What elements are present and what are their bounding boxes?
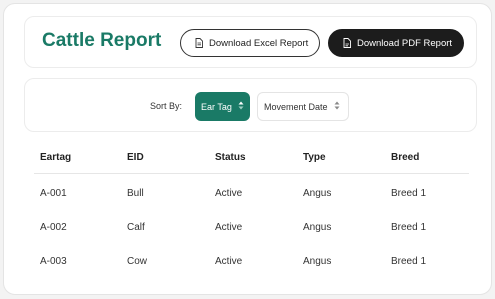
- cell-breed: Breed 1: [391, 256, 427, 267]
- sort-by-label: Sort By:: [150, 101, 183, 111]
- cell-status: Active: [215, 188, 243, 199]
- cell-eid: Calf: [127, 222, 145, 233]
- pdf-file-icon: [343, 38, 351, 48]
- cell-eartag: A-001: [40, 188, 67, 199]
- sort-option-ear-tag[interactable]: Ear Tag: [195, 92, 250, 121]
- cell-breed: Breed 1: [391, 188, 427, 199]
- sort-bar: Sort By: Ear Tag Movement Date: [24, 78, 477, 132]
- report-card: Cattle Report Download Excel Report Down…: [3, 3, 492, 295]
- cell-eid: Bull: [127, 188, 144, 199]
- sort-arrows-icon: [238, 101, 244, 112]
- download-pdf-label: Download PDF Report: [357, 37, 453, 49]
- download-pdf-button[interactable]: Download PDF Report: [328, 29, 464, 57]
- cell-breed: Breed 1: [391, 222, 427, 233]
- cell-eartag: A-002: [40, 222, 67, 233]
- column-header-breed[interactable]: Breed: [391, 152, 419, 163]
- sort-option-movement-date[interactable]: Movement Date: [257, 92, 349, 121]
- table-row[interactable]: A-003 Cow Active Angus Breed 1: [34, 256, 469, 276]
- cell-type: Angus: [303, 188, 332, 199]
- download-excel-label: Download Excel Report: [209, 37, 309, 49]
- sort-option-label: Movement Date: [264, 101, 328, 112]
- cell-type: Angus: [303, 222, 332, 233]
- column-header-eartag[interactable]: Eartag: [40, 152, 71, 163]
- cell-type: Angus: [303, 256, 332, 267]
- cell-eid: Cow: [127, 256, 148, 267]
- cell-status: Active: [215, 256, 243, 267]
- page-title: Cattle Report: [42, 30, 162, 51]
- document-icon: [195, 38, 203, 48]
- cell-eartag: A-003: [40, 256, 67, 267]
- sort-arrows-icon: [334, 101, 340, 112]
- column-header-type[interactable]: Type: [303, 152, 326, 163]
- report-header: Cattle Report Download Excel Report Down…: [24, 16, 477, 68]
- column-header-eid[interactable]: EID: [127, 152, 144, 163]
- table-header: Eartag EID Status Type Breed: [34, 152, 469, 174]
- download-excel-button[interactable]: Download Excel Report: [180, 29, 320, 57]
- column-header-status[interactable]: Status: [215, 152, 246, 163]
- table-row[interactable]: A-002 Calf Active Angus Breed 1: [34, 222, 469, 242]
- table-row[interactable]: A-001 Bull Active Angus Breed 1: [34, 188, 469, 208]
- sort-option-label: Ear Tag: [201, 101, 232, 112]
- cell-status: Active: [215, 222, 243, 233]
